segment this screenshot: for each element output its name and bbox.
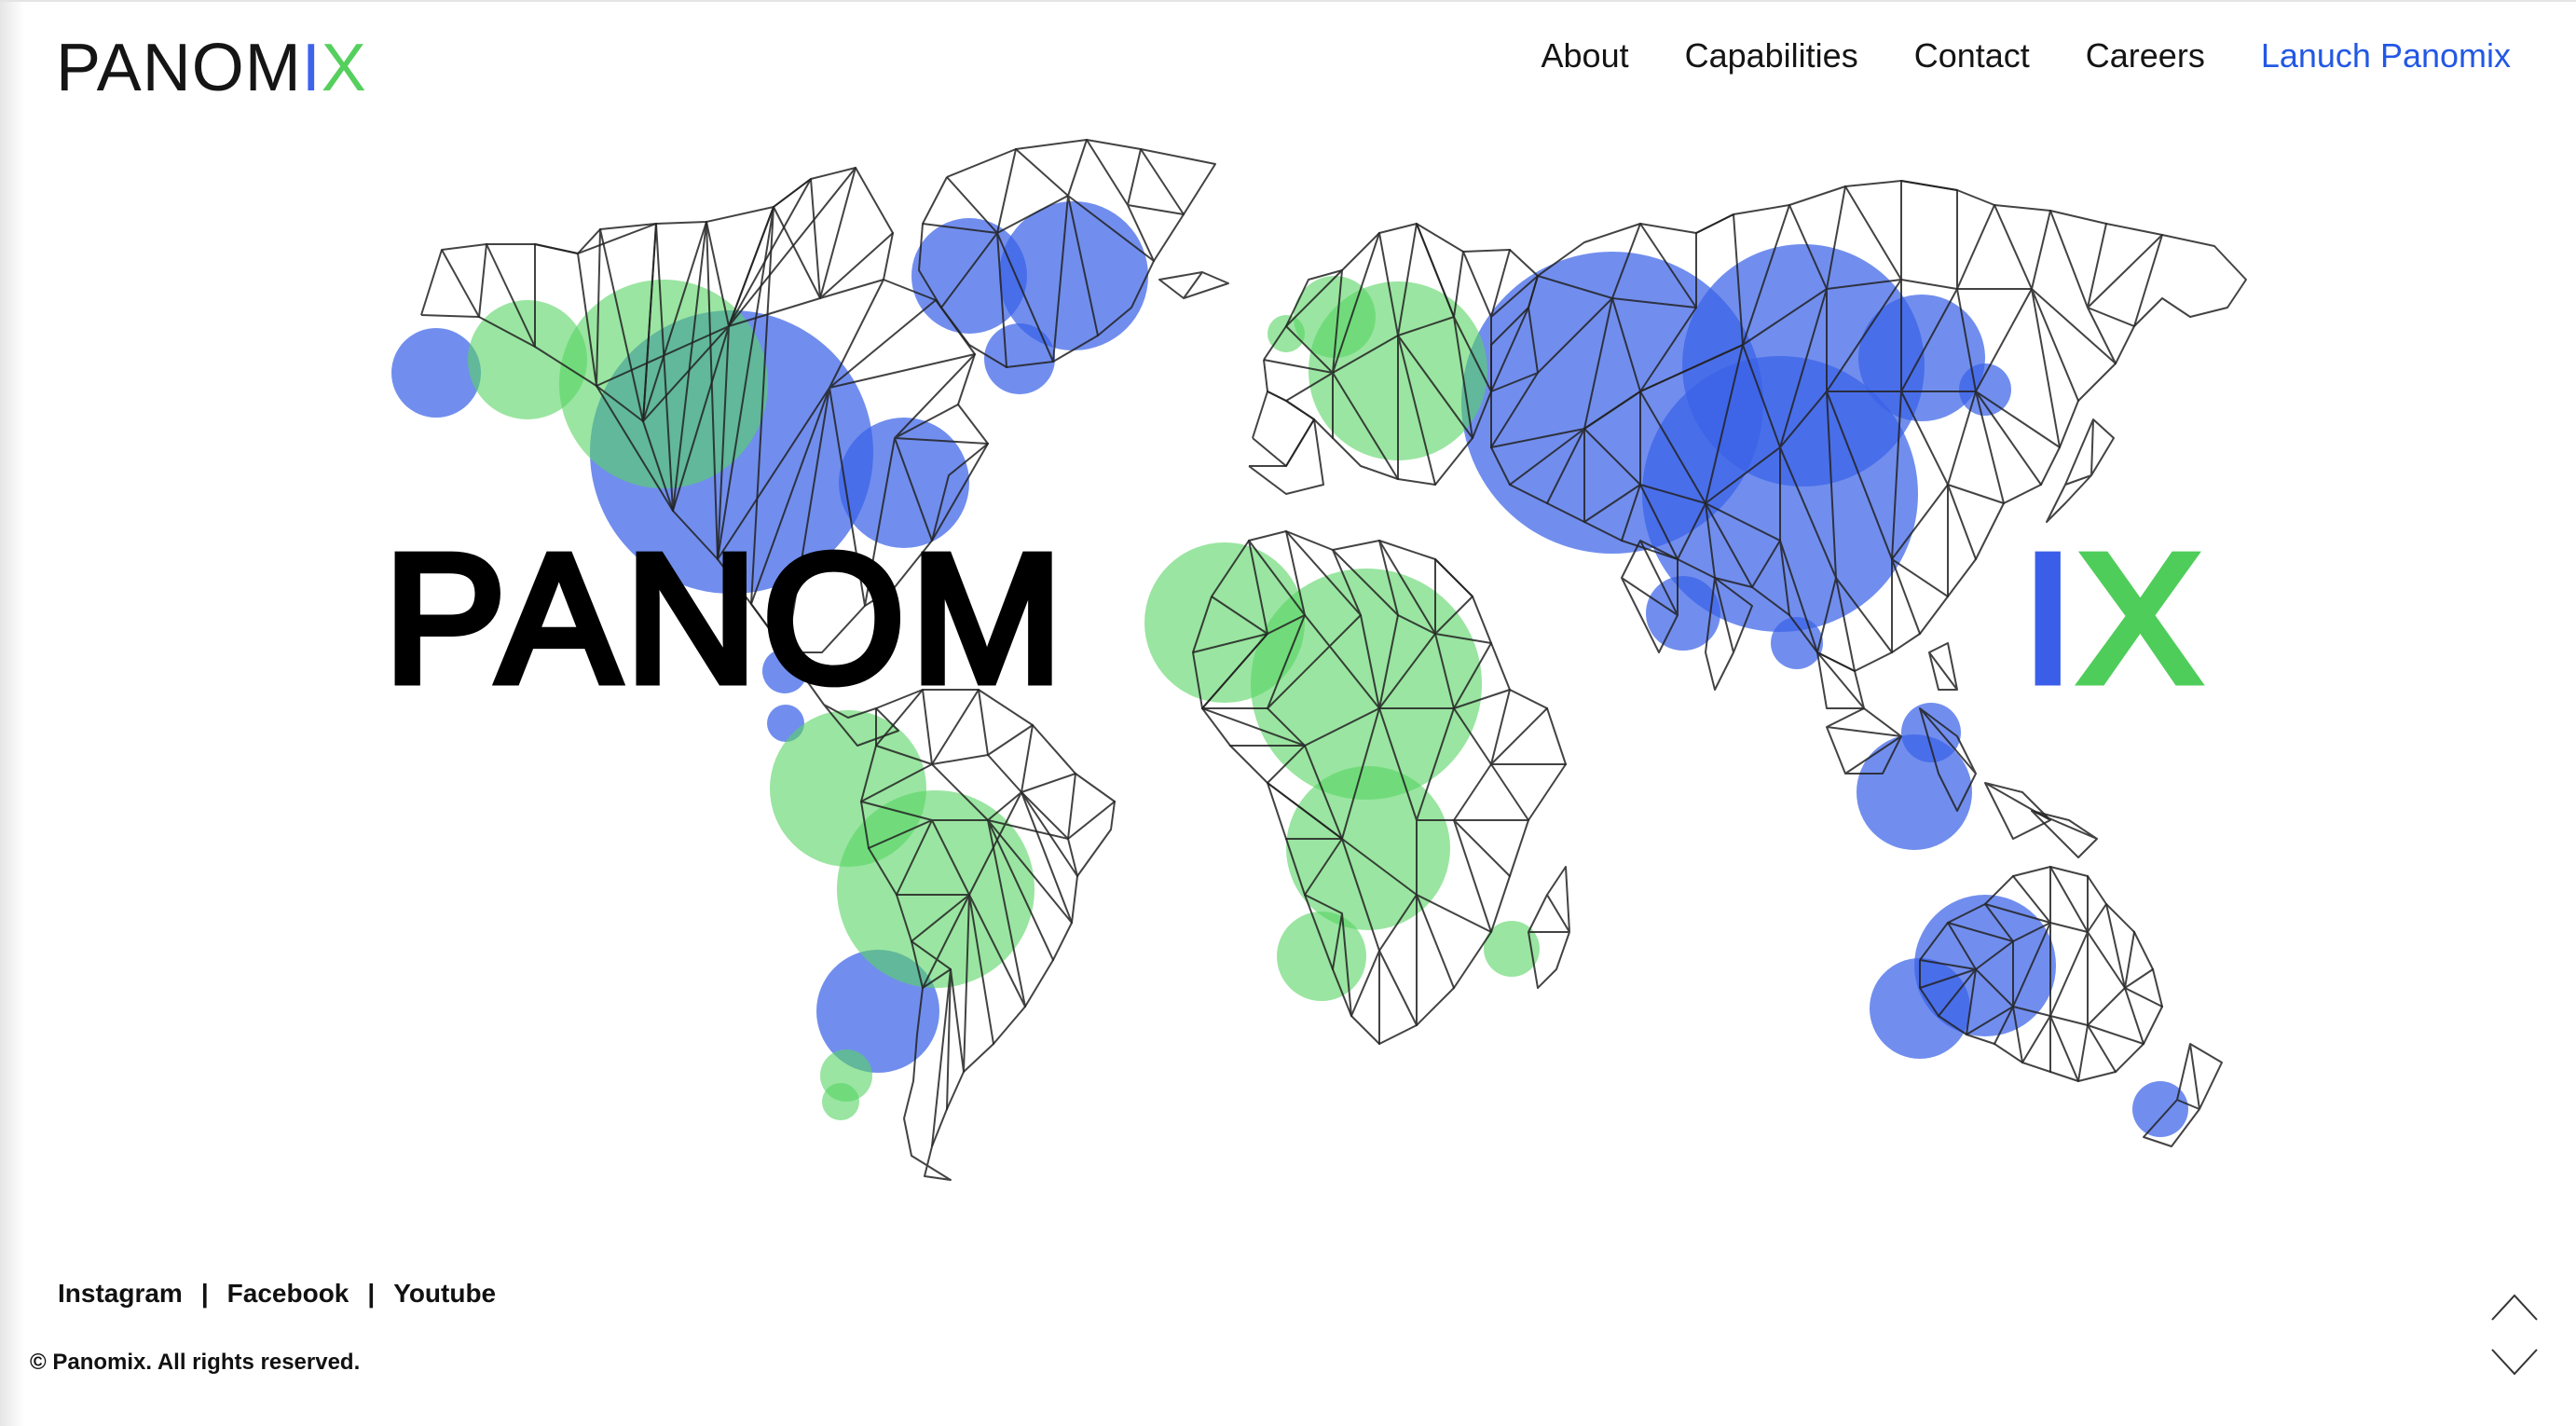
nav-link-careers[interactable]: Careers [2086, 36, 2205, 75]
separator: | [367, 1279, 376, 1308]
page: PANOM I X About Capabilities Contact Caree… [0, 0, 2576, 1426]
logo-letter-i: I [301, 31, 322, 105]
nav-link-launch-panomix[interactable]: Lanuch Panomix [2261, 36, 2511, 75]
nav-link-capabilities[interactable]: Capabilities [1685, 36, 1858, 75]
social-link-facebook[interactable]: Facebook [227, 1279, 349, 1309]
social-link-youtube[interactable]: Youtube [393, 1279, 496, 1309]
hero-wordmark-right: IX [2018, 523, 2206, 714]
nav-link-about[interactable]: About [1541, 36, 1629, 75]
copyright-text: © Panomix. All rights reserved. [30, 1350, 361, 1375]
chevron-down-icon [2491, 1349, 2538, 1376]
logo-text-panom: PANOM [56, 31, 302, 105]
header-logo[interactable]: PANOM I X [56, 28, 367, 108]
chevron-up-icon [2491, 1294, 2538, 1321]
nav-link-contact[interactable]: Contact [1914, 36, 2030, 75]
scroll-up-button[interactable] [2488, 1290, 2541, 1327]
social-link-instagram[interactable]: Instagram [58, 1279, 183, 1309]
hero-letter-x: X [2075, 516, 2207, 720]
logo-letter-x: X [321, 31, 367, 105]
main-nav: About Capabilities Contact Careers Lanuc… [1541, 28, 2511, 84]
scroll-down-button[interactable] [2488, 1346, 2541, 1383]
hero-wordmark-left: PANOM [379, 516, 1069, 720]
hero-letter-i: I [2018, 516, 2079, 720]
separator: | [200, 1279, 209, 1308]
social-links: Instagram | Facebook | Youtube [58, 1279, 496, 1309]
